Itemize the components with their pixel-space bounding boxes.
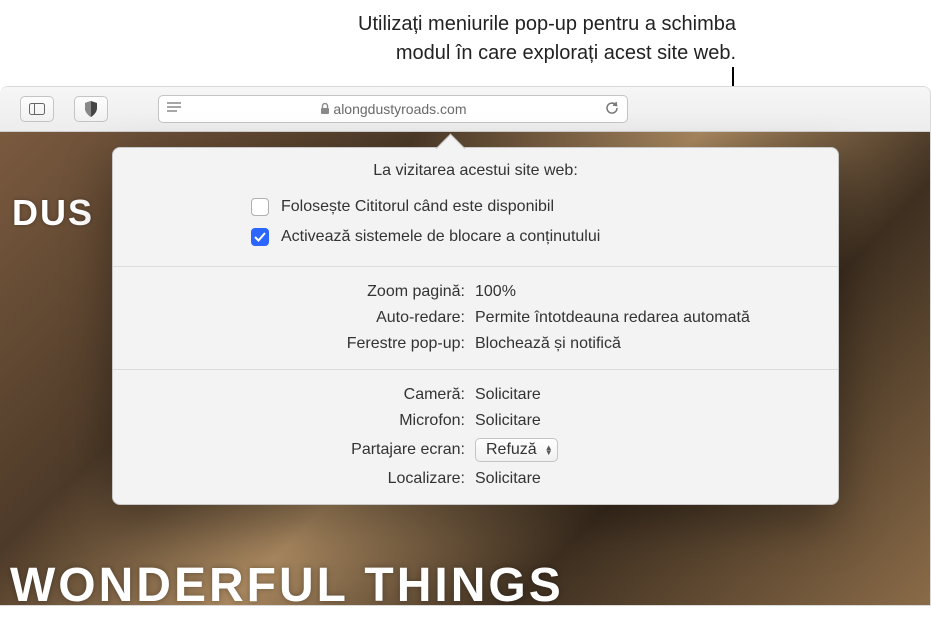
privacy-shield-button[interactable] — [74, 96, 108, 122]
zoom-label: Zoom pagină: — [113, 283, 475, 301]
browser-toolbar: alongdustyroads.com — [0, 87, 930, 132]
location-row: Localizare: Solicitare — [113, 466, 838, 492]
location-value[interactable]: Solicitare — [475, 470, 541, 488]
content-blockers-label: Activează sistemele de blocare a conținu… — [281, 228, 600, 246]
camera-label: Cameră: — [113, 386, 475, 404]
lock-icon — [320, 103, 330, 115]
reload-icon[interactable] — [605, 101, 619, 118]
url-text: alongdustyroads.com — [191, 101, 595, 117]
zoom-value[interactable]: 100% — [475, 283, 516, 301]
bg-heading: WONDERFUL THINGS — [10, 558, 564, 606]
screen-share-label: Partajare ecran: — [113, 441, 475, 459]
address-bar[interactable]: alongdustyroads.com — [158, 95, 628, 123]
camera-row: Cameră: Solicitare — [113, 382, 838, 408]
location-label: Localizare: — [113, 470, 475, 488]
screen-share-row: Partajare ecran: Refuză ▲▼ — [113, 434, 838, 466]
popups-value[interactable]: Blochează și notifică — [475, 335, 621, 353]
content-blockers-checkbox[interactable] — [251, 228, 269, 246]
instructional-caption: Utilizați meniurile pop-up pentru a schi… — [0, 0, 931, 86]
reader-checkbox-label: Folosește Cititorul când este disponibil — [281, 198, 554, 216]
microphone-value[interactable]: Solicitare — [475, 412, 541, 430]
stepper-arrows-icon: ▲▼ — [545, 445, 553, 455]
autoplay-row: Auto-redare: Permite întotdeauna redarea… — [113, 305, 838, 331]
sidebar-button[interactable] — [20, 96, 54, 122]
settings-group-permissions: Cameră: Solicitare Microfon: Solicitare … — [113, 370, 838, 504]
camera-value[interactable]: Solicitare — [475, 386, 541, 404]
microphone-label: Microfon: — [113, 412, 475, 430]
popover-title: La vizitarea acestui site web: — [113, 148, 838, 188]
reader-icon[interactable] — [167, 101, 181, 117]
site-settings-popover: La vizitarea acestui site web: Folosește… — [112, 147, 839, 505]
bg-word-fragment: DUS — [12, 192, 94, 234]
settings-group-general: Zoom pagină: 100% Auto-redare: Permite î… — [113, 267, 838, 369]
zoom-row: Zoom pagină: 100% — [113, 279, 838, 305]
popups-row: Ferestre pop-up: Blochează și notifică — [113, 331, 838, 357]
popups-label: Ferestre pop-up: — [113, 335, 475, 353]
autoplay-label: Auto-redare: — [113, 309, 475, 327]
autoplay-value[interactable]: Permite întotdeauna redarea automată — [475, 309, 750, 327]
microphone-row: Microfon: Solicitare — [113, 408, 838, 434]
browser-window: alongdustyroads.com DUS WONDERFUL THINGS… — [0, 86, 931, 606]
reader-checkbox[interactable] — [251, 198, 269, 216]
screen-share-select[interactable]: Refuză ▲▼ — [475, 438, 558, 462]
